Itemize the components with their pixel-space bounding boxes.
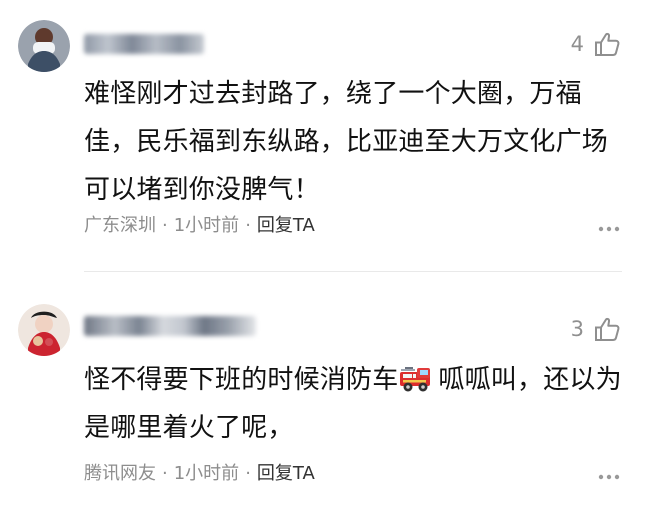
reply-button[interactable]: 回复TA (257, 214, 315, 238)
reply-button[interactable]: 回复TA (257, 462, 315, 486)
thumbs-up-icon[interactable] (592, 29, 622, 59)
username[interactable] (84, 316, 256, 336)
more-icon[interactable] (598, 474, 620, 480)
comment-text-before: 怪不得要下班的时候消防车 (84, 365, 399, 395)
like-count: 3 (570, 317, 584, 341)
like-count: 4 (570, 32, 584, 56)
avatar[interactable] (18, 304, 70, 356)
like-control[interactable]: 3 (571, 314, 622, 344)
fire-engine-icon (400, 367, 431, 392)
meta-separator: · (245, 215, 251, 236)
meta-separator: · (162, 463, 168, 484)
comment-meta: 腾讯网友 · 1小时前 · 回复TA (84, 462, 315, 486)
meta-separator: · (245, 463, 251, 484)
comment-text: 怪不得要下班的时候消防车 呱呱叫，还以为是哪里着火了呢， (84, 356, 624, 452)
comment-text: 难怪刚才过去封路了，绕了一个大圈，万福佳，民乐福到东纵路，比亚迪至大万文化广场可… (84, 79, 609, 205)
comment-item: 3 怪不得要下班的时候消防车 呱呱叫，还以为是哪里着火了呢， 腾讯网友 · 1小… (0, 272, 668, 519)
more-icon[interactable] (598, 226, 620, 232)
thumbs-up-icon[interactable] (592, 314, 622, 344)
comment-item: 4 难怪刚才过去封路了，绕了一个大圈，万福佳，民乐福到东纵路，比亚迪至大万文化广… (0, 0, 668, 271)
avatar[interactable] (18, 20, 70, 72)
source-label: 腾讯网友 (84, 463, 156, 484)
time-label: 1小时前 (173, 215, 240, 236)
like-control[interactable]: 4 (571, 29, 622, 59)
username[interactable] (84, 34, 204, 54)
location-label: 广东深圳 (84, 215, 156, 236)
meta-separator: · (162, 215, 168, 236)
time-label: 1小时前 (173, 463, 240, 484)
comment-meta: 广东深圳 · 1小时前 · 回复TA (84, 214, 315, 238)
